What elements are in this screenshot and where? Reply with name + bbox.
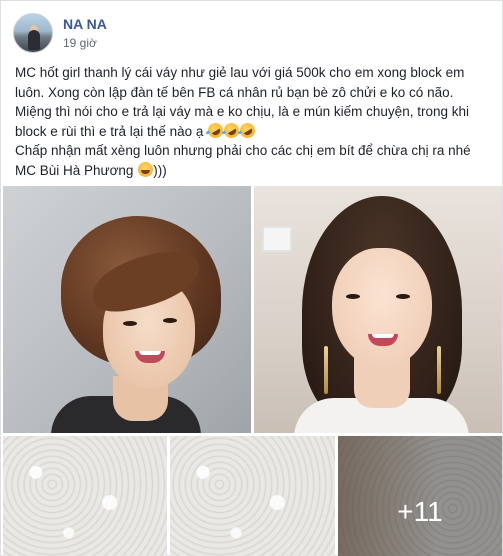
post-text-line-1-content: MC hốt girl thanh lý cái váy như giẻ lau… [15,65,465,100]
more-photos-count: +11 [397,495,443,527]
smile-emoji-icon [138,161,154,177]
facebook-post: NA NA 19 giờ MC hốt girl thanh lý cái vá… [0,0,503,556]
post-text-line-4-suffix: ))) [153,162,167,178]
photo-2-eye-left [346,294,360,299]
photo-2-eye-right [396,294,410,299]
photo-1-eye-left [123,321,137,326]
photo-2-face [332,248,432,368]
post-text-line-3: Chấp nhận mất xèng luôn nhưng phải cho c… [15,141,493,161]
post-text-line-3-content: Chấp nhận mất xèng luôn nhưng phải cho c… [15,143,471,158]
author-avatar[interactable] [13,13,53,53]
photo-grid: +11 [1,184,503,556]
mentioned-name: MC Bùi Hà Phương [15,162,134,178]
author-name[interactable]: NA NA [63,15,107,33]
post-text: MC hốt girl thanh lý cái váy như giẻ lau… [15,63,493,180]
post-header: NA NA 19 giờ [13,11,107,55]
photo-1-eye-right [163,318,177,323]
photo-1-short-hair-portrait[interactable] [3,186,251,433]
rofl-emoji-icon [237,119,258,141]
photo-5-fabric-more[interactable]: +11 [338,436,502,556]
post-timestamp[interactable]: 19 giờ [63,35,107,51]
photo-2-air-conditioner [262,226,292,252]
post-text-line-1: MC hốt girl thanh lý cái váy như giẻ lau… [15,63,493,102]
avatar-figure-body [28,30,40,50]
photo-2-earring-left [324,346,328,394]
post-text-line-2: Miệng thì nói cho e trả lại váy mà e ko … [15,102,493,141]
photo-2-earring-right [437,346,441,394]
post-text-line-4: MC Bùi Hà Phương ))) [15,161,493,181]
photo-4-fabric[interactable] [170,436,335,556]
photo-3-fabric[interactable] [3,436,167,556]
more-photos-overlay[interactable]: +11 [338,436,502,556]
photo-2-long-hair-portrait[interactable] [254,186,502,433]
post-meta: NA NA 19 giờ [63,15,107,51]
